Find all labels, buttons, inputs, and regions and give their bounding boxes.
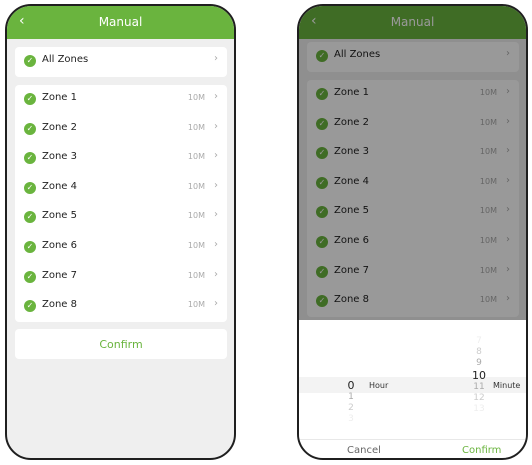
zone-duration: 10M	[187, 211, 205, 221]
zone-label: Zone 3	[42, 151, 77, 163]
hour-option: 3	[348, 414, 354, 424]
check-icon: ✓	[24, 240, 36, 253]
zone-duration: 10M	[187, 240, 205, 250]
check-icon: ✓	[24, 122, 36, 135]
zone-row[interactable]: ✓ Zone 1 10M ›	[15, 85, 227, 115]
zone-duration: 10M	[187, 152, 205, 162]
check-icon: ✓	[24, 211, 36, 224]
check-icon: ✓	[24, 270, 36, 283]
zone-row[interactable]: ✓ Zone 6 10M ›	[15, 233, 227, 263]
all-zones-label: All Zones	[42, 54, 89, 65]
minute-option: 11	[473, 382, 485, 392]
check-icon: ✓	[24, 300, 36, 313]
zone-row[interactable]: ✓ Zone 7 10M ›	[15, 263, 227, 293]
zone-row[interactable]: ✓ Zone 2 10M ›	[15, 115, 227, 145]
all-zones-card: ✓ All Zones ›	[15, 47, 227, 77]
zone-label: Zone 1	[42, 92, 77, 103]
zone-row[interactable]: ✓ Zone 5 10M ›	[15, 203, 227, 233]
chevron-right-icon: ›	[214, 268, 218, 280]
zone-label: Zone 6	[42, 239, 77, 251]
page-title: Manual	[98, 15, 143, 29]
minute-option: 12	[473, 393, 485, 403]
hour-option: 1	[348, 392, 354, 402]
chevron-right-icon: ›	[214, 150, 218, 162]
time-picker-sheet: 0 1 2 3 Hour 7 8 9 10 11 12 13 Minute Ca…	[299, 320, 526, 458]
confirm-button[interactable]: Confirm	[15, 329, 227, 359]
chevron-right-icon: ›	[214, 120, 218, 132]
zone-label: Zone 8	[42, 299, 77, 311]
manual-screen-with-picker: ‹ Manual ✓ All Zones › ✓ Zone 1 10M › ✓ Zone…	[297, 4, 528, 460]
chevron-right-icon: ›	[214, 298, 218, 310]
minute-option: 8	[476, 347, 482, 357]
chevron-right-icon: ›	[214, 209, 218, 221]
hour-wheel[interactable]: 0 1 2 3	[341, 379, 361, 425]
zone-duration: 10M	[187, 93, 205, 102]
picker-confirm-button[interactable]: Confirm	[462, 445, 501, 456]
hour-selected: 0	[347, 379, 355, 392]
minute-unit-label: Minute	[493, 381, 521, 390]
hour-option: 2	[348, 403, 354, 413]
chevron-right-icon: ›	[214, 91, 218, 102]
zone-label: Zone 5	[42, 210, 77, 222]
header: ‹ Manual	[7, 6, 234, 39]
minute-selected: 10	[472, 369, 486, 382]
check-icon: ✓	[24, 55, 36, 67]
minute-option: 9	[476, 358, 482, 368]
zone-duration: 10M	[187, 270, 205, 280]
zone-row[interactable]: ✓ Zone 4 10M ›	[15, 174, 227, 204]
all-zones-row[interactable]: ✓ All Zones ›	[15, 47, 227, 77]
check-icon: ✓	[24, 93, 36, 105]
zone-duration: 10M	[187, 300, 205, 310]
hour-unit-label: Hour	[369, 381, 389, 390]
chevron-right-icon: ›	[214, 238, 218, 250]
chevron-right-icon: ›	[214, 179, 218, 191]
check-icon: ✓	[24, 152, 36, 165]
picker-actions: Cancel Confirm	[299, 439, 526, 458]
zone-duration: 10M	[187, 122, 205, 132]
zone-duration: 10M	[187, 181, 205, 191]
cancel-button[interactable]: Cancel	[347, 445, 381, 456]
manual-screen: ‹ Manual ✓ All Zones › ✓ Zone 1 10M › ✓ Zone…	[5, 4, 236, 460]
zone-label: Zone 4	[42, 180, 77, 192]
check-icon: ✓	[24, 181, 36, 194]
minute-wheel[interactable]: 7 8 9 10 11 12 13	[467, 336, 491, 415]
zone-row[interactable]: ✓ Zone 8 10M ›	[15, 292, 227, 322]
zone-label: Zone 2	[42, 121, 77, 133]
chevron-right-icon: ›	[214, 53, 218, 64]
zone-list: ✓ Zone 1 10M › ✓ Zone 2 10M › ✓ Zone 3 10M › ✓ Zon…	[15, 85, 227, 322]
minute-option: 7	[476, 336, 482, 346]
zone-row[interactable]: ✓ Zone 3 10M ›	[15, 144, 227, 174]
zone-label: Zone 7	[42, 269, 77, 281]
minute-option: 13	[473, 404, 485, 414]
selection-band	[299, 377, 526, 393]
